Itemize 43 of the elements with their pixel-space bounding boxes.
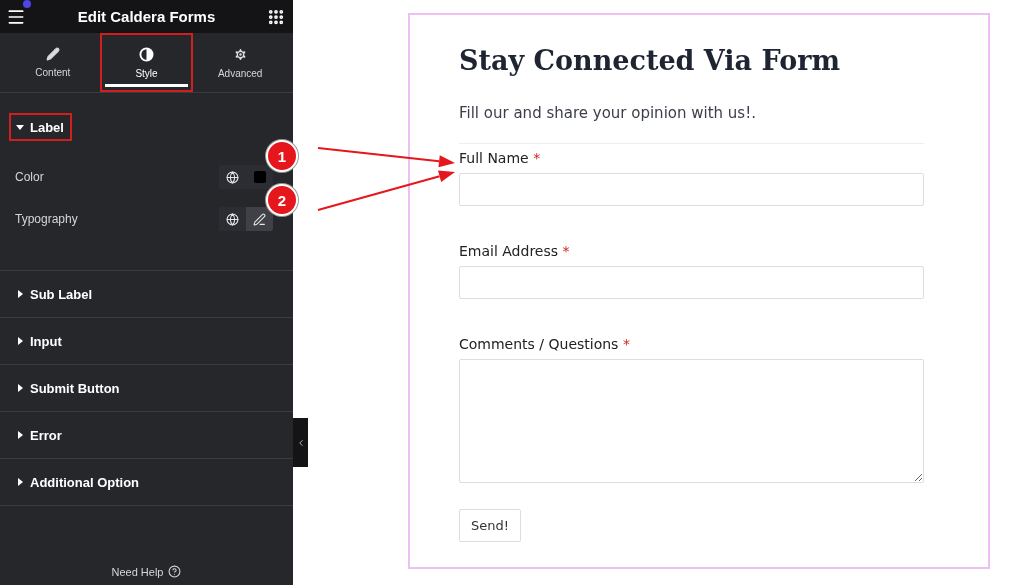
- help-icon: [168, 565, 182, 578]
- pencil-icon: [253, 212, 266, 226]
- panel-tab[interactable]: Style: [99, 33, 194, 92]
- section-header[interactable]: Label: [9, 113, 72, 141]
- section-header[interactable]: Input: [14, 318, 64, 364]
- caret-right-icon: [16, 478, 24, 486]
- edit-button[interactable]: [246, 207, 273, 231]
- contrast-icon: [139, 46, 154, 62]
- section-header[interactable]: Sub Label: [14, 271, 95, 317]
- notification-dot: [23, 0, 31, 8]
- input-field[interactable]: [459, 266, 924, 299]
- panel-tab[interactable]: Advanced: [193, 33, 287, 92]
- field-label: Comments / Questions *: [459, 336, 630, 352]
- pencil-icon: [45, 47, 60, 61]
- caret-down-icon: [16, 123, 24, 131]
- callout-number: 1: [266, 140, 298, 172]
- section-header[interactable]: Error: [14, 412, 64, 458]
- panel-tab[interactable]: Content: [6, 33, 100, 92]
- globe-button[interactable]: [219, 165, 246, 189]
- field-label: Email Address *: [459, 243, 570, 259]
- form-title: Stay Connected Via Form: [459, 43, 840, 78]
- form-subtitle: Fill our and share your opinion with us!.: [459, 104, 756, 122]
- field-label: Full Name *: [459, 150, 541, 166]
- globe-button[interactable]: [219, 207, 246, 231]
- send-button[interactable]: Send!: [459, 509, 521, 542]
- color-swatch-button[interactable]: [246, 165, 273, 189]
- control-label: Typography: [15, 212, 78, 226]
- apps-grid-icon[interactable]: [267, 7, 285, 26]
- comments-field[interactable]: [459, 359, 924, 483]
- gear-icon: [232, 46, 248, 62]
- callout-number: 2: [266, 184, 298, 216]
- caret-right-icon: [16, 431, 24, 439]
- caret-right-icon: [16, 290, 24, 298]
- need-help-link[interactable]: Need Help: [111, 565, 182, 578]
- section-header[interactable]: Additional Option: [14, 459, 142, 505]
- section-header[interactable]: Submit Button: [14, 365, 122, 411]
- caret-right-icon: [16, 384, 24, 392]
- panel-title: Edit Caldera Forms: [77, 8, 216, 25]
- control-label: Color: [15, 170, 44, 184]
- globe-icon: [226, 170, 239, 184]
- caret-right-icon: [16, 337, 24, 345]
- globe-icon: [226, 212, 239, 226]
- input-field[interactable]: [459, 173, 924, 206]
